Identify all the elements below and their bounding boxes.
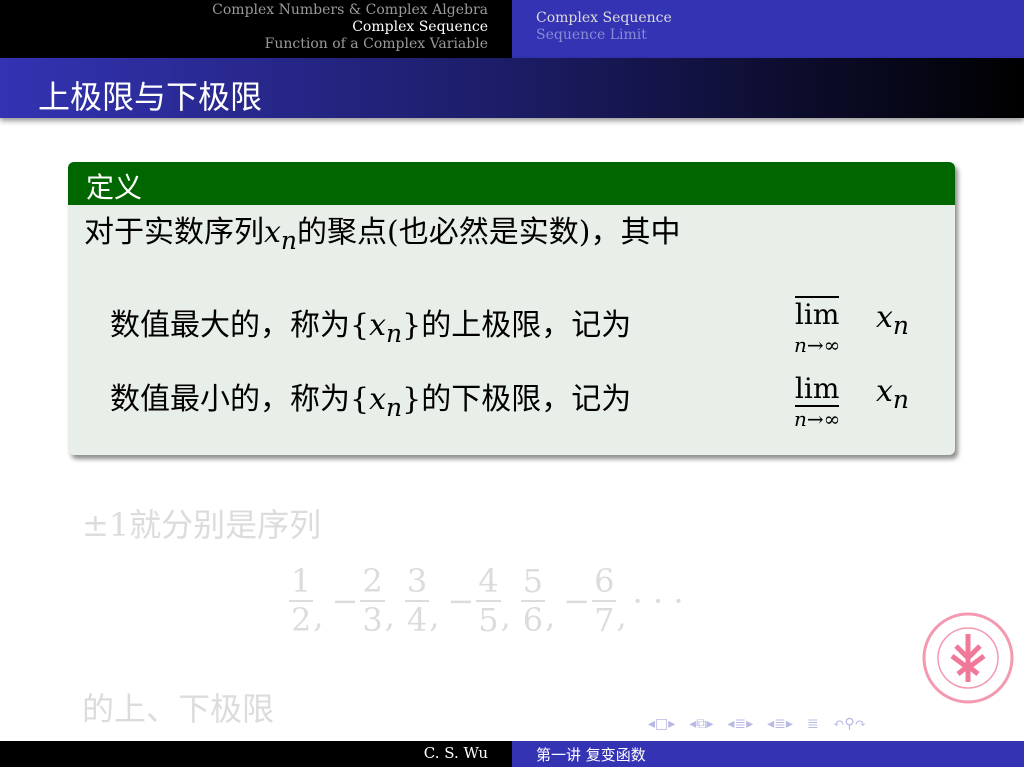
liminf-symbol: lim n→∞ bbox=[794, 372, 840, 431]
nav-section-icon[interactable]: ◂≣▸ bbox=[727, 716, 753, 732]
denominator: 4 bbox=[406, 600, 428, 639]
example-outro: 的上、下极限 bbox=[82, 690, 275, 728]
block-title: 定义 bbox=[68, 162, 955, 205]
var: x bbox=[876, 374, 893, 409]
footer-author: C. S. Wu bbox=[0, 741, 512, 767]
var: n bbox=[386, 319, 403, 348]
fraction-sign: − bbox=[447, 581, 475, 620]
limsup-symbol: lim n→∞ bbox=[794, 296, 841, 357]
text: 数值最大的，称为{ bbox=[110, 308, 370, 343]
frame-title: 上极限与下极限 bbox=[0, 58, 1024, 118]
lim-sub: n→∞ bbox=[794, 407, 841, 431]
nav-subsection-icon[interactable]: ◂⧉▸ bbox=[689, 716, 713, 732]
text: 的聚点(也必然是实数)，其中 bbox=[297, 215, 681, 250]
xn: xn bbox=[876, 300, 909, 340]
comma: , bbox=[429, 596, 440, 635]
comma: , bbox=[313, 596, 324, 635]
denominator: 3 bbox=[362, 600, 383, 639]
nav-back-search-forward-icon[interactable]: ↶⚲↷ bbox=[833, 716, 867, 732]
numerator: 1 bbox=[289, 562, 314, 602]
text: 对于实数序列 bbox=[84, 215, 264, 250]
section-link[interactable]: Function of a Complex Variable bbox=[0, 36, 488, 53]
var: x bbox=[876, 300, 893, 335]
example-intro: ±1就分别是序列 bbox=[82, 506, 322, 544]
liminf-line: 数值最小的，称为{xn}的下极限，记为 bbox=[110, 374, 631, 422]
header: Complex Numbers & Complex Algebra Comple… bbox=[0, 0, 1024, 58]
subsection-link-current[interactable]: Complex Sequence bbox=[536, 10, 1024, 27]
section-nav: Complex Numbers & Complex Algebra Comple… bbox=[0, 0, 512, 58]
numerator: 3 bbox=[404, 562, 430, 602]
denominator: 7 bbox=[594, 600, 615, 639]
var: x bbox=[369, 308, 387, 343]
var: x bbox=[369, 382, 387, 417]
fraction: 12 bbox=[289, 562, 314, 639]
subsection-nav: Complex Sequence Sequence Limit bbox=[512, 0, 1024, 58]
numerator: 6 bbox=[592, 562, 617, 602]
numerator: 2 bbox=[360, 562, 385, 602]
section-link-current[interactable]: Complex Sequence bbox=[0, 19, 488, 36]
numerator: 5 bbox=[520, 562, 546, 602]
comma: , bbox=[545, 596, 556, 635]
comma: , bbox=[500, 596, 511, 635]
nav-part-icon[interactable]: ◂≣▸ bbox=[767, 716, 793, 732]
sequence-fractions: 1 2, −2 3, 3 4, −4 5, 5 6, −6 7, · · · bbox=[285, 563, 683, 639]
nav-toc-icon[interactable]: ≣ bbox=[807, 716, 819, 732]
text: }的上极限，记为 bbox=[402, 308, 632, 343]
lim: lim bbox=[794, 372, 840, 407]
text: 数值最小的，称为{ bbox=[110, 382, 370, 417]
comma: , bbox=[384, 596, 395, 635]
ellipsis: · · · bbox=[632, 581, 684, 620]
var: n bbox=[280, 226, 298, 255]
fraction-sign: − bbox=[563, 581, 591, 620]
var: n bbox=[386, 393, 403, 422]
lim-sub: n→∞ bbox=[794, 333, 841, 357]
var: n bbox=[892, 385, 910, 414]
footer-title: 第一讲 复变函数 bbox=[512, 741, 1024, 767]
fraction-sign: − bbox=[331, 581, 359, 620]
var: n bbox=[892, 311, 910, 340]
subsection-link[interactable]: Sequence Limit bbox=[536, 27, 1024, 44]
footer: C. S. Wu 第一讲 复变函数 bbox=[0, 741, 1024, 767]
university-seal-logo bbox=[922, 612, 1014, 704]
block-intro: 对于实数序列xn的聚点(也必然是实数)，其中 bbox=[68, 205, 955, 256]
var: x bbox=[264, 215, 281, 250]
limsup-line: 数值最大的，称为{xn}的上极限，记为 bbox=[110, 300, 631, 348]
xn: xn bbox=[876, 374, 909, 414]
lim: lim bbox=[794, 296, 840, 331]
section-link[interactable]: Complex Numbers & Complex Algebra bbox=[0, 2, 488, 19]
denominator: 2 bbox=[291, 600, 312, 639]
text: }的下极限，记为 bbox=[402, 382, 632, 417]
fraction: 67 bbox=[592, 562, 617, 639]
fraction: 34 bbox=[404, 562, 430, 639]
fraction: 56 bbox=[520, 562, 546, 639]
fraction: 45 bbox=[476, 562, 501, 639]
beamer-navigation: ◂□▸ ◂⧉▸ ◂≣▸ ◂≣▸ ≣ ↶⚲↷ bbox=[648, 716, 866, 732]
numerator: 4 bbox=[476, 562, 501, 602]
definition-block: 定义 对于实数序列xn的聚点(也必然是实数)，其中 数值最大的，称为{xn}的上… bbox=[68, 162, 955, 455]
comma: , bbox=[616, 596, 627, 635]
denominator: 5 bbox=[478, 600, 499, 639]
denominator: 6 bbox=[522, 600, 544, 639]
fraction: 23 bbox=[360, 562, 385, 639]
nav-frame-icon[interactable]: ◂□▸ bbox=[648, 716, 675, 732]
